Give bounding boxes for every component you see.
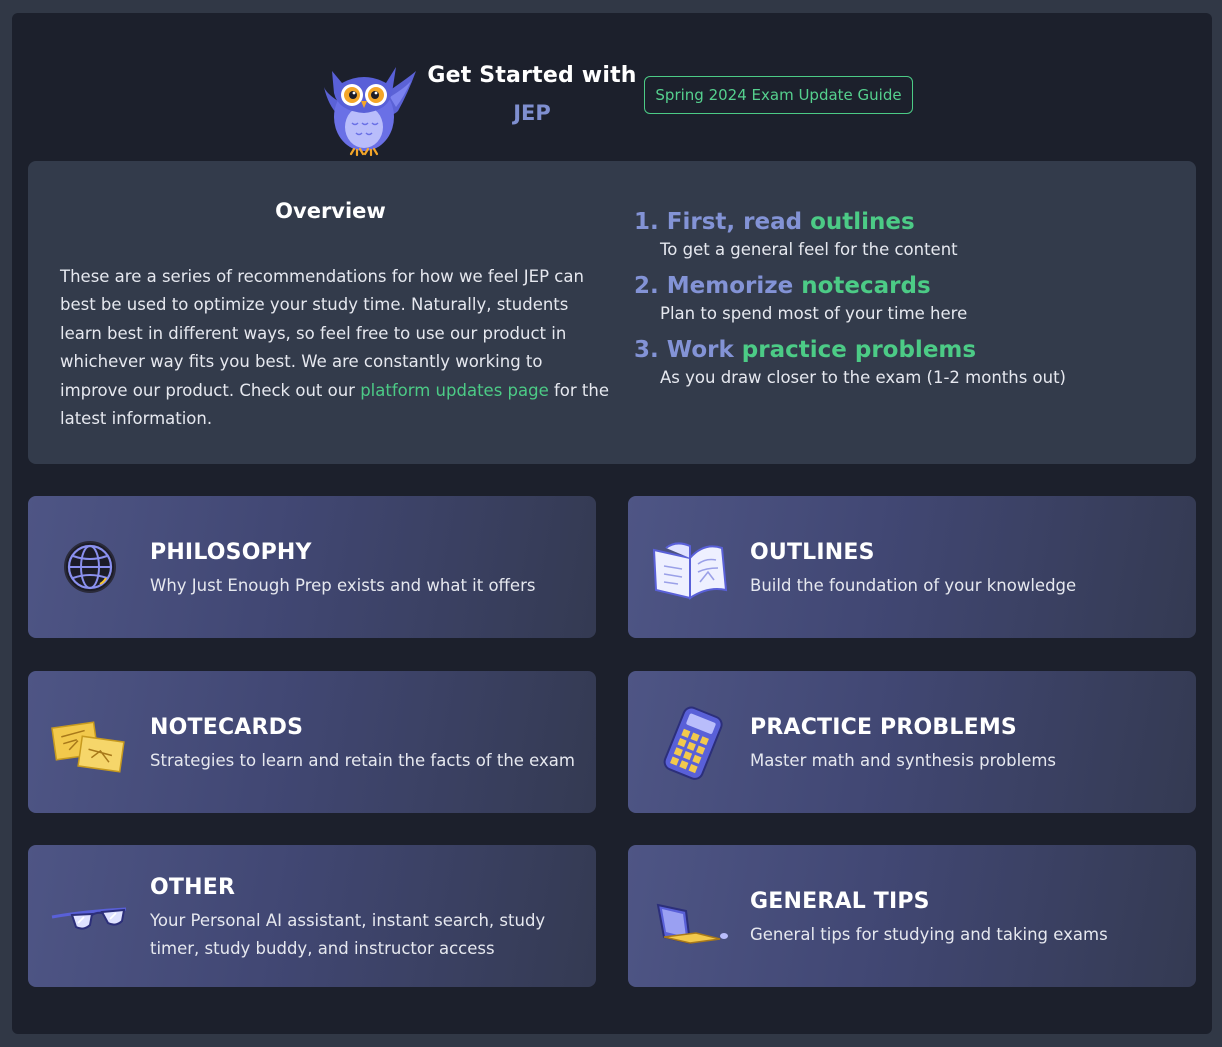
card-description: Build the foundation of your knowledge — [750, 576, 1077, 595]
step-number: 1. — [634, 209, 659, 235]
step-item: 3. Work practice problems As you draw cl… — [634, 335, 1174, 387]
step-item: 2. Memorize notecards Plan to spend most… — [634, 271, 1174, 323]
laptop-icon — [656, 903, 728, 945]
card-description: Your Personal AI assistant, instant sear… — [150, 911, 546, 958]
card-title: PHILOSOPHY — [150, 540, 312, 565]
header-title: Get Started with — [427, 63, 637, 88]
card-practice-problems[interactable]: PRACTICE PROBLEMS Master math and synthe… — [628, 671, 1196, 813]
step-description: To get a general feel for the content — [660, 240, 958, 259]
step-keyword: practice problems — [741, 337, 977, 363]
owl-mascot-icon — [324, 67, 416, 157]
recommended-steps: 1. First, read outlines To get a general… — [634, 207, 1174, 399]
step-number: 3. — [634, 337, 659, 363]
step-number: 2. — [634, 273, 659, 299]
header-subtitle: JEP — [513, 101, 551, 125]
calculator-icon — [663, 706, 723, 780]
exam-update-guide-button[interactable]: Spring 2024 Exam Update Guide — [644, 76, 913, 114]
platform-updates-link[interactable]: platform updates page — [360, 381, 549, 400]
overview-text: These are a series of recommendations fo… — [60, 263, 615, 433]
step-verb: Work — [666, 337, 734, 363]
overview-section: Overview These are a series of recommend… — [28, 161, 1196, 464]
notecards-icon — [51, 721, 125, 773]
card-title: OTHER — [150, 875, 236, 900]
step-heading: 3. Work practice problems — [634, 335, 1174, 365]
card-title: GENERAL TIPS — [750, 889, 930, 914]
card-title: NOTECARDS — [150, 715, 304, 740]
card-description: Master math and synthesis problems — [750, 751, 1057, 770]
overview-title: Overview — [275, 199, 386, 223]
step-heading: 2. Memorize notecards — [634, 271, 1174, 301]
step-item: 1. First, read outlines To get a general… — [634, 207, 1174, 259]
open-book-icon — [652, 542, 728, 600]
card-outlines[interactable]: OUTLINES Build the foundation of your kn… — [628, 496, 1196, 638]
card-philosophy[interactable]: PHILOSOPHY Why Just Enough Prep exists a… — [28, 496, 596, 638]
card-general-tips[interactable]: GENERAL TIPS General tips for studying a… — [628, 845, 1196, 987]
globe-icon — [64, 541, 116, 593]
main-panel: Get Started with JEP Spring 2024 Exam Up… — [12, 13, 1212, 1034]
step-heading: 1. First, read outlines — [634, 207, 1174, 237]
card-title: PRACTICE PROBLEMS — [750, 715, 1017, 740]
card-notecards[interactable]: NOTECARDS Strategies to learn and retain… — [28, 671, 596, 813]
card-description: Why Just Enough Prep exists and what it … — [150, 576, 536, 595]
step-keyword: outlines — [810, 209, 915, 235]
card-description: General tips for studying and taking exa… — [750, 925, 1108, 944]
card-other[interactable]: OTHER Your Personal AI assistant, instan… — [28, 845, 596, 987]
card-description: Strategies to learn and retain the facts… — [150, 751, 575, 770]
step-verb: First, read — [666, 209, 803, 235]
glasses-icon — [51, 907, 127, 930]
step-description: As you draw closer to the exam (1-2 mont… — [660, 368, 1066, 387]
step-verb: Memorize — [666, 273, 794, 299]
step-keyword: notecards — [801, 273, 931, 299]
card-title: OUTLINES — [750, 540, 875, 565]
step-description: Plan to spend most of your time here — [660, 304, 968, 323]
